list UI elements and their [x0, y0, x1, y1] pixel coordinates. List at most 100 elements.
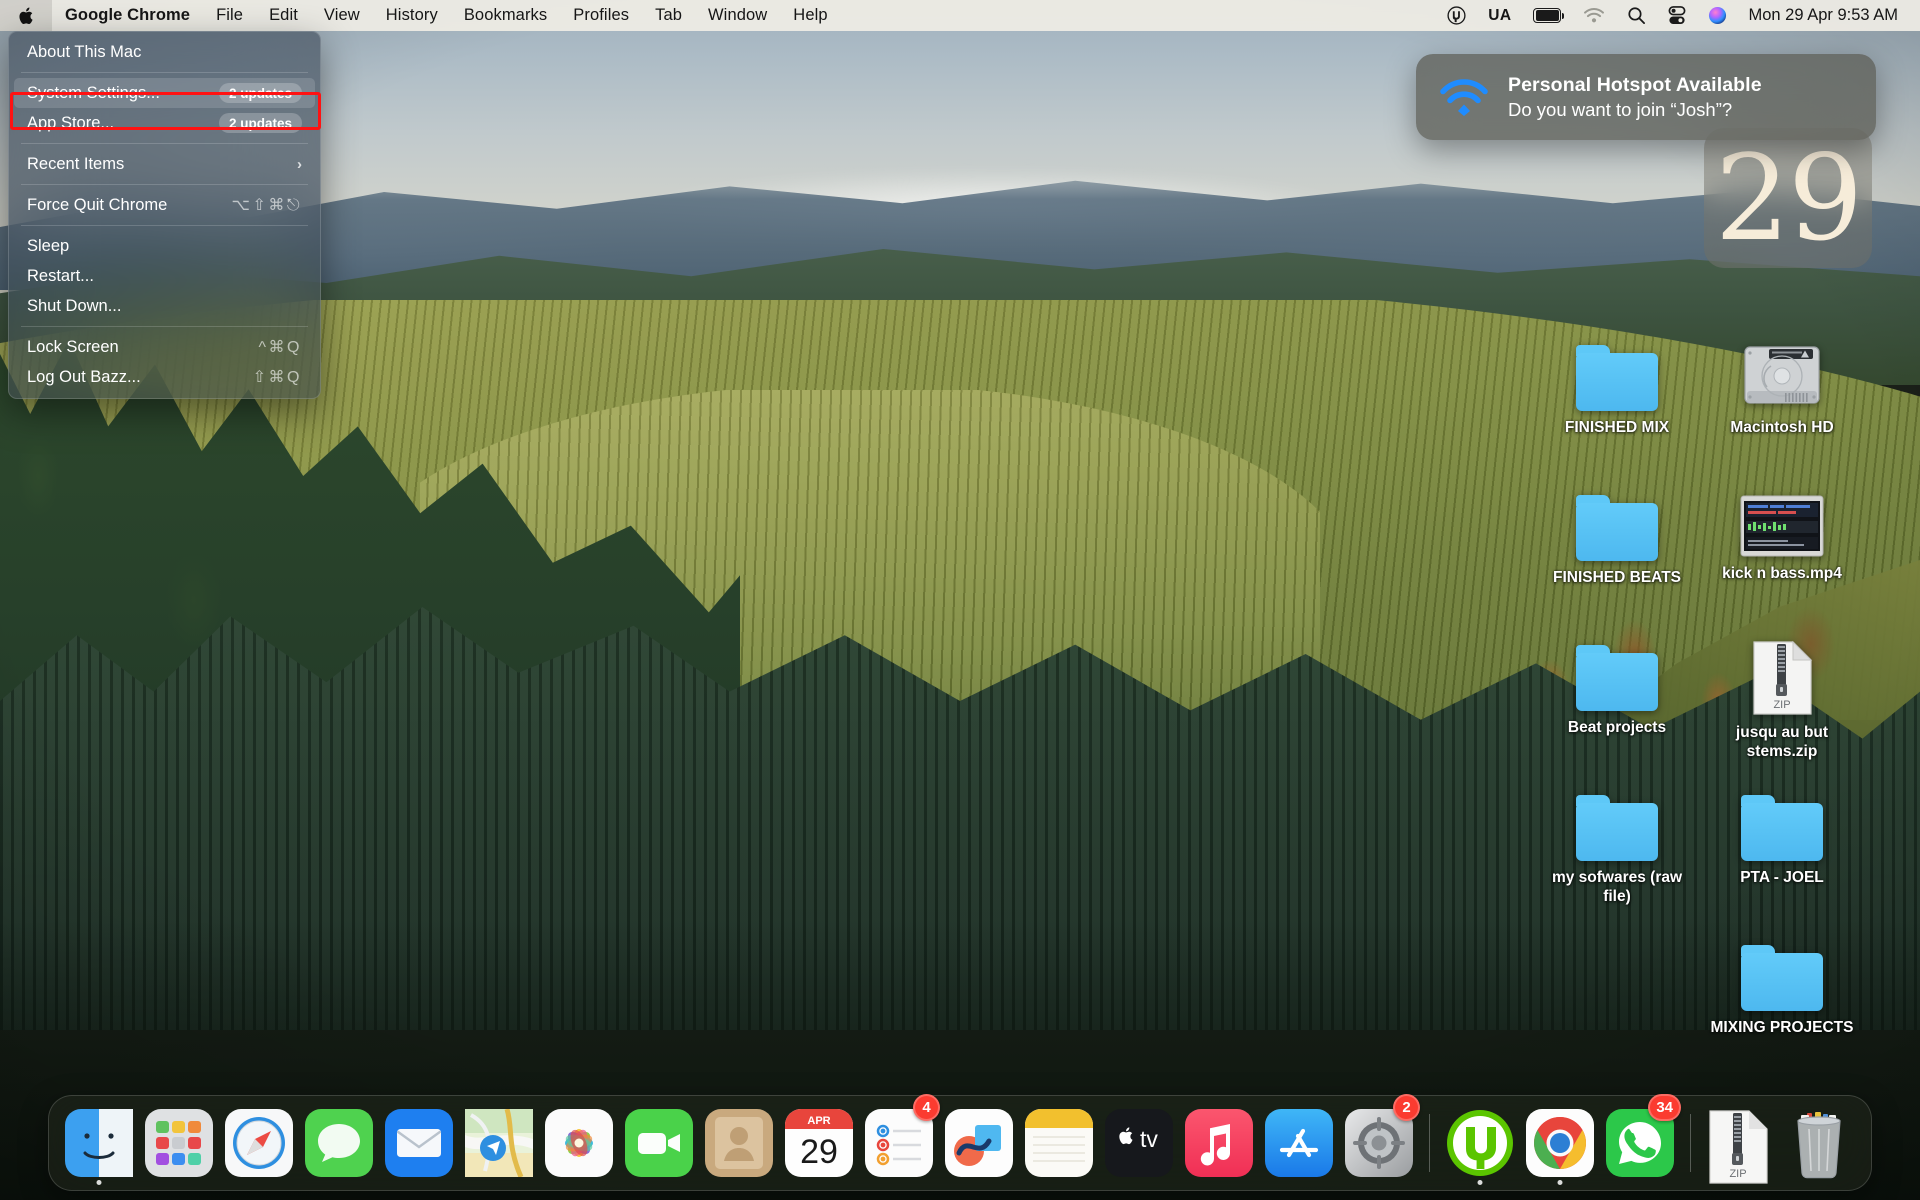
menu-item-about-this-mac[interactable]: About This Mac: [14, 37, 315, 67]
menu-separator: [21, 326, 308, 327]
utorrent-status-item[interactable]: [1436, 0, 1477, 31]
dock-item-notes[interactable]: [1021, 1097, 1097, 1189]
dock-badge: 2: [1393, 1094, 1420, 1121]
battery-status-item[interactable]: [1522, 0, 1572, 31]
dock: APR294 tv 2 34 ZIP: [48, 1095, 1872, 1191]
dock-item-contacts[interactable]: [701, 1097, 777, 1189]
dock-item-launchpad[interactable]: [141, 1097, 217, 1189]
desktop-icon[interactable]: FINISHED BEATS: [1535, 495, 1699, 588]
dock-separator: [1429, 1114, 1430, 1172]
menu-file[interactable]: File: [203, 0, 256, 31]
siri-status-item[interactable]: [1697, 0, 1738, 31]
menu-bar-clock[interactable]: Mon 29 Apr 9:53 AM: [1738, 6, 1906, 25]
desktop-icon[interactable]: my sofwares (raw file): [1535, 795, 1699, 907]
menu-history[interactable]: History: [373, 0, 451, 31]
desktop-icon[interactable]: Beat projects: [1535, 645, 1699, 738]
control-center-status-item[interactable]: [1657, 0, 1697, 31]
menu-bar-left: Google Chrome File Edit View History Boo…: [0, 0, 841, 31]
keyboard-shortcut: ⇧⌘Q: [253, 367, 302, 387]
dock-item-system-settings[interactable]: 2: [1341, 1097, 1417, 1189]
desktop-icon-label: Macintosh HD: [1730, 419, 1833, 438]
dock-item-music[interactable]: [1181, 1097, 1257, 1189]
dock-item-finder[interactable]: [61, 1097, 137, 1189]
dock-item-messages[interactable]: [301, 1097, 377, 1189]
menu-bookmarks[interactable]: Bookmarks: [451, 0, 560, 31]
folder-icon: [1576, 795, 1658, 861]
notification-body: Do you want to join “Josh”?: [1508, 99, 1762, 121]
menu-profiles[interactable]: Profiles: [560, 0, 642, 31]
updates-badge: 2 updates: [219, 113, 302, 133]
utorrent-icon: [1447, 6, 1466, 25]
folder-icon: [1741, 795, 1823, 861]
menu-window[interactable]: Window: [695, 0, 780, 31]
calendar-date-widget[interactable]: 29: [1704, 128, 1872, 268]
menu-item-label: System Settings...: [27, 84, 160, 103]
menu-tab[interactable]: Tab: [642, 0, 695, 31]
menu-bar-status-area: UA: [1436, 0, 1920, 31]
desktop-icon[interactable]: MIXING PROJECTS: [1700, 945, 1864, 1038]
keyboard-shortcut: ^⌘Q: [259, 337, 302, 357]
wifi-hotspot-icon: [1438, 77, 1490, 117]
menu-item-right: ⇧⌘Q: [253, 367, 302, 387]
dock-item-app-store[interactable]: [1261, 1097, 1337, 1189]
hotspot-notification[interactable]: Personal Hotspot Available Do you want t…: [1416, 54, 1876, 140]
apple-menu-button[interactable]: [0, 0, 52, 31]
menu-item-label: Force Quit Chrome: [27, 196, 167, 215]
dock-item-mail[interactable]: [381, 1097, 457, 1189]
dock-item-zip-file[interactable]: ZIP: [1703, 1097, 1779, 1189]
dock-item-maps[interactable]: [461, 1097, 537, 1189]
desktop-icon-label: Beat projects: [1568, 719, 1666, 738]
menu-item-label: Lock Screen: [27, 338, 119, 357]
date-widget-day-number: 29: [1715, 139, 1861, 257]
dock-item-reminders[interactable]: 4: [861, 1097, 937, 1189]
menu-help[interactable]: Help: [780, 0, 840, 31]
menu-item-right: 2 updates: [219, 113, 302, 133]
menu-item-recent-items[interactable]: Recent Items ›: [14, 149, 315, 179]
folder-icon: [1741, 945, 1823, 1011]
menu-item-app-store[interactable]: App Store... 2 updates: [14, 108, 315, 138]
desktop-icon[interactable]: Macintosh HD: [1700, 345, 1864, 438]
notification-text: Personal Hotspot Available Do you want t…: [1508, 74, 1762, 121]
dock-item-apple-tv[interactable]: tv: [1101, 1097, 1177, 1189]
menu-separator: [21, 72, 308, 73]
spotlight-search-icon: [1627, 6, 1646, 25]
dock-item-utorrent[interactable]: [1442, 1097, 1518, 1189]
spotlight-status-item[interactable]: [1616, 0, 1657, 31]
menu-item-label: Restart...: [27, 267, 94, 286]
menu-item-label: About This Mac: [27, 43, 141, 62]
menu-item-sleep[interactable]: Sleep: [14, 231, 315, 261]
dock-item-whatsapp[interactable]: 34: [1602, 1097, 1678, 1189]
menu-item-lock-screen[interactable]: Lock Screen ^⌘Q: [14, 332, 315, 362]
dock-badge: 34: [1648, 1094, 1681, 1121]
desktop-icon[interactable]: FINISHED MIX: [1535, 345, 1699, 438]
menu-item-log-out[interactable]: Log Out Bazz... ⇧⌘Q: [14, 362, 315, 392]
menu-item-right: ›: [297, 156, 302, 173]
desktop-icon-label: kick n bass.mp4: [1722, 565, 1842, 584]
menu-item-shut-down[interactable]: Shut Down...: [14, 291, 315, 321]
dock-item-google-chrome[interactable]: [1522, 1097, 1598, 1189]
desktop-icon[interactable]: ZIP jusqu au but stems.zip: [1700, 640, 1864, 762]
desktop-icon-label: jusqu au but stems.zip: [1702, 724, 1862, 762]
menu-app-name[interactable]: Google Chrome: [52, 0, 203, 31]
updates-badge: 2 updates: [219, 83, 302, 103]
dock-item-facetime[interactable]: [621, 1097, 697, 1189]
dock-item-safari[interactable]: [221, 1097, 297, 1189]
menu-view[interactable]: View: [311, 0, 373, 31]
menu-item-force-quit[interactable]: Force Quit Chrome ⌥⇧⌘⎋: [14, 190, 315, 220]
desktop-icon[interactable]: PTA - JOEL: [1700, 795, 1864, 888]
dock-item-trash[interactable]: [1783, 1097, 1859, 1189]
svg-text:ZIP: ZIP: [1773, 699, 1790, 711]
menu-item-right: ^⌘Q: [259, 337, 302, 357]
notification-title: Personal Hotspot Available: [1508, 74, 1762, 97]
input-source-status-item[interactable]: UA: [1477, 0, 1522, 31]
menu-edit[interactable]: Edit: [256, 0, 311, 31]
wifi-status-item[interactable]: [1572, 0, 1616, 31]
dock-item-calendar[interactable]: APR29: [781, 1097, 857, 1189]
menu-item-system-settings[interactable]: System Settings... 2 updates: [14, 78, 315, 108]
dock-separator: [1690, 1114, 1691, 1172]
desktop-icon[interactable]: kick n bass.mp4: [1700, 495, 1864, 584]
menu-item-restart[interactable]: Restart...: [14, 261, 315, 291]
dock-item-photos[interactable]: [541, 1097, 617, 1189]
menu-item-label: App Store...: [27, 114, 114, 133]
dock-item-freeform[interactable]: [941, 1097, 1017, 1189]
